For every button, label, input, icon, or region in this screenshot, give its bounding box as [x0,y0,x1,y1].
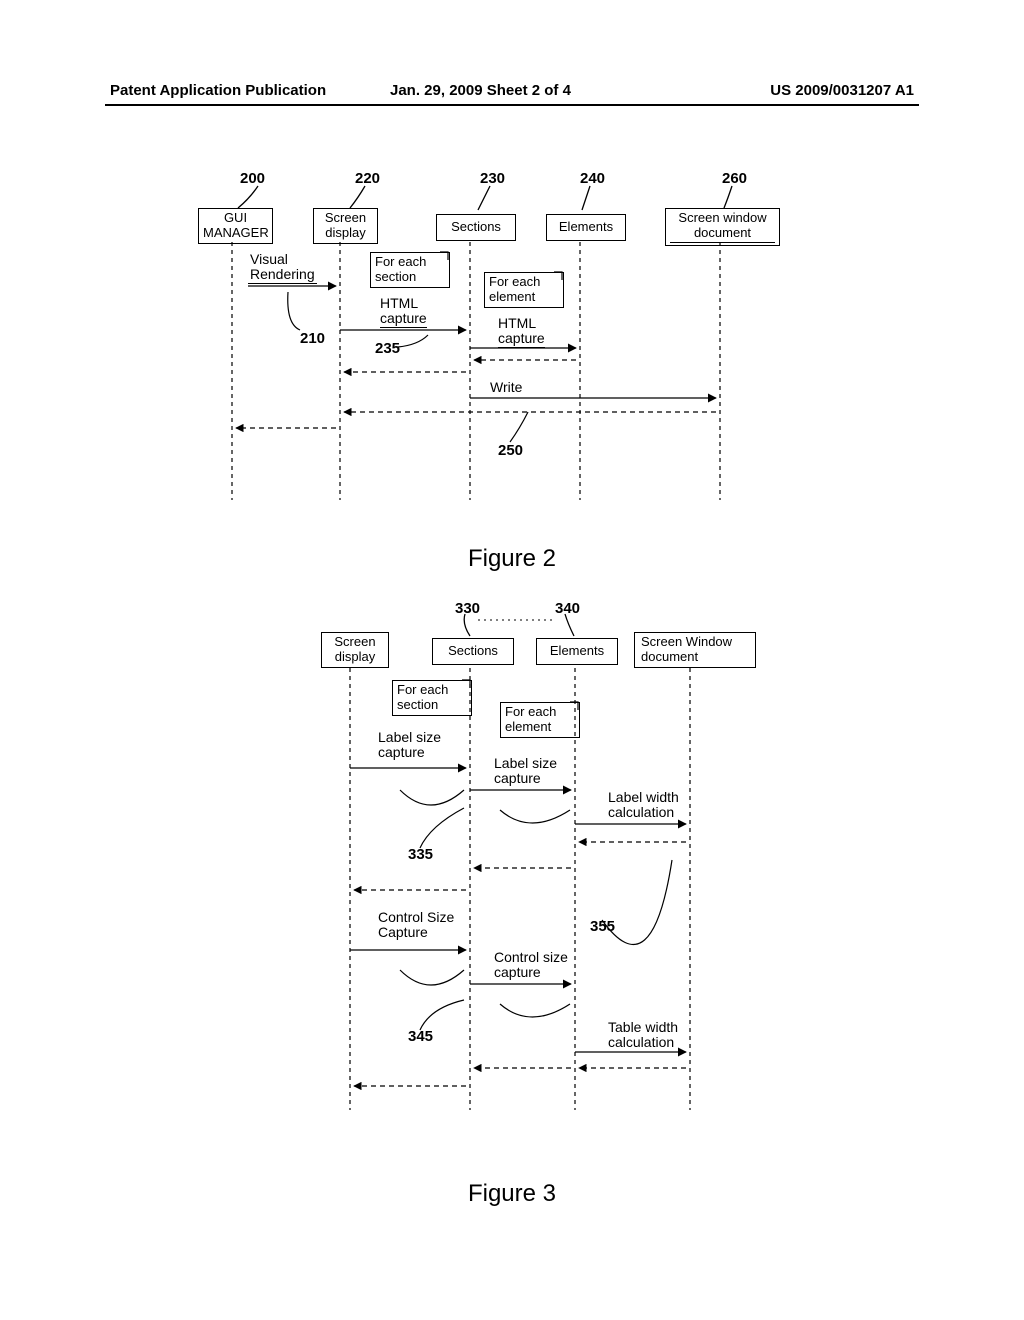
msg-label-size-capture-1: Label size capture [378,730,441,761]
ref-235: 235 [375,340,400,357]
ref-345: 345 [408,1028,433,1045]
header-right: US 2009/0031207 A1 [770,82,914,99]
box-screen-window-doc: Screen window document [665,208,780,246]
loop-each-section-f2: For each section [370,252,450,288]
msg-control-size-capture-2: Control size capture [494,950,568,981]
box-screen-display: Screen display [313,208,378,244]
msg-table-width-calc: Table width calculation [608,1020,678,1051]
msg-control-size-capture-1: Control Size Capture [378,910,454,941]
box-gui-manager: GUI MANAGER [198,208,273,244]
box-sections: Sections [436,214,516,241]
msg-label-size-capture-2: Label size capture [494,756,557,787]
msg-html-capture-2: HTML capture [498,316,545,348]
box-elements: Elements [546,214,626,241]
figure-2-caption: Figure 2 [0,545,1024,573]
ref-220: 220 [355,170,380,187]
ref-230: 230 [480,170,505,187]
ref-210: 210 [300,330,325,347]
ref-355: 355 [590,918,615,935]
figure-3-caption: Figure 3 [0,1180,1024,1208]
box-elements-f3: Elements [536,638,618,665]
fig3-svg [0,590,1024,1150]
ref-340: 340 [555,600,580,617]
patent-page: Patent Application Publication Jan. 29, … [0,0,1024,1320]
loop-each-element-f2: For each element [484,272,564,308]
msg-visual-rendering: Visual Rendering [248,252,317,284]
msg-html-capture-1: HTML capture [380,296,427,328]
ref-330: 330 [455,600,480,617]
box-sections-f3: Sections [432,638,514,665]
ref-200: 200 [240,170,265,187]
ref-250: 250 [498,442,523,459]
ref-335: 335 [408,846,433,863]
msg-write: Write [490,380,522,395]
header-mid: Jan. 29, 2009 Sheet 2 of 4 [390,82,571,99]
box-swd-f3: Screen Window document [634,632,756,668]
msg-label-width-calc: Label width calculation [608,790,679,821]
header-rule [105,104,919,106]
loop-each-section-f3: For each section [392,680,472,716]
ref-260: 260 [722,170,747,187]
header-left: Patent Application Publication [110,82,326,99]
box-screen-display-f3: Screen display [321,632,389,668]
loop-each-element-f3: For each element [500,702,580,738]
ref-240: 240 [580,170,605,187]
